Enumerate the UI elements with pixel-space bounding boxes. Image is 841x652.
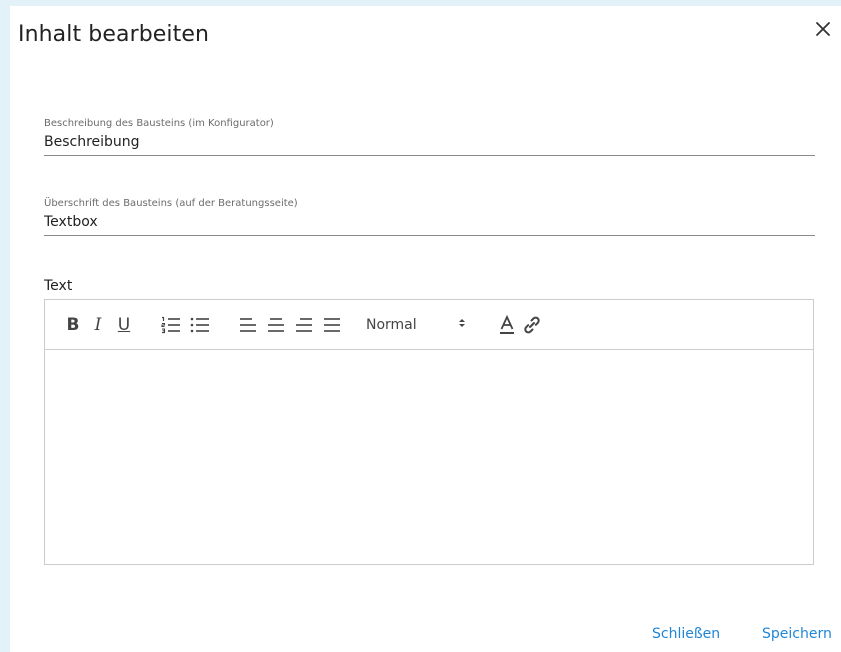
- align-left-icon[interactable]: [234, 313, 262, 337]
- rich-text-editor: B I U Normal: [44, 299, 814, 565]
- font-size-value: Normal: [366, 316, 417, 333]
- dialog-title: Inhalt bearbeiten: [18, 22, 210, 47]
- description-input[interactable]: [44, 129, 815, 155]
- description-label: Beschreibung des Bausteins (im Konfigura…: [44, 118, 274, 129]
- italic-button[interactable]: I: [84, 313, 112, 337]
- underline-button[interactable]: U: [112, 313, 136, 337]
- editor-content-area[interactable]: [45, 350, 813, 564]
- text-color-icon[interactable]: [494, 313, 520, 337]
- close-button[interactable]: Schließen: [652, 626, 720, 642]
- heading-input[interactable]: [44, 209, 815, 235]
- edit-content-dialog: Inhalt bearbeiten Beschreibung des Baust…: [10, 6, 841, 652]
- ordered-list-icon[interactable]: [156, 313, 186, 337]
- text-label: Text: [44, 278, 73, 294]
- close-icon[interactable]: [811, 17, 835, 41]
- align-center-icon[interactable]: [262, 313, 290, 337]
- bold-button[interactable]: B: [62, 313, 84, 337]
- link-icon[interactable]: [520, 313, 544, 337]
- editor-toolbar: B I U Normal: [45, 300, 813, 350]
- align-justify-icon[interactable]: [318, 313, 346, 337]
- font-size-select[interactable]: Normal: [366, 313, 466, 337]
- heading-label: Überschrift des Bausteins (auf der Berat…: [44, 198, 298, 209]
- align-right-icon[interactable]: [290, 313, 318, 337]
- save-button[interactable]: Speichern: [762, 626, 832, 642]
- description-field: Beschreibung des Bausteins (im Konfigura…: [44, 118, 815, 156]
- select-arrows-icon: [458, 317, 466, 333]
- bullet-list-icon[interactable]: [186, 313, 214, 337]
- heading-field: Überschrift des Bausteins (auf der Berat…: [44, 198, 815, 236]
